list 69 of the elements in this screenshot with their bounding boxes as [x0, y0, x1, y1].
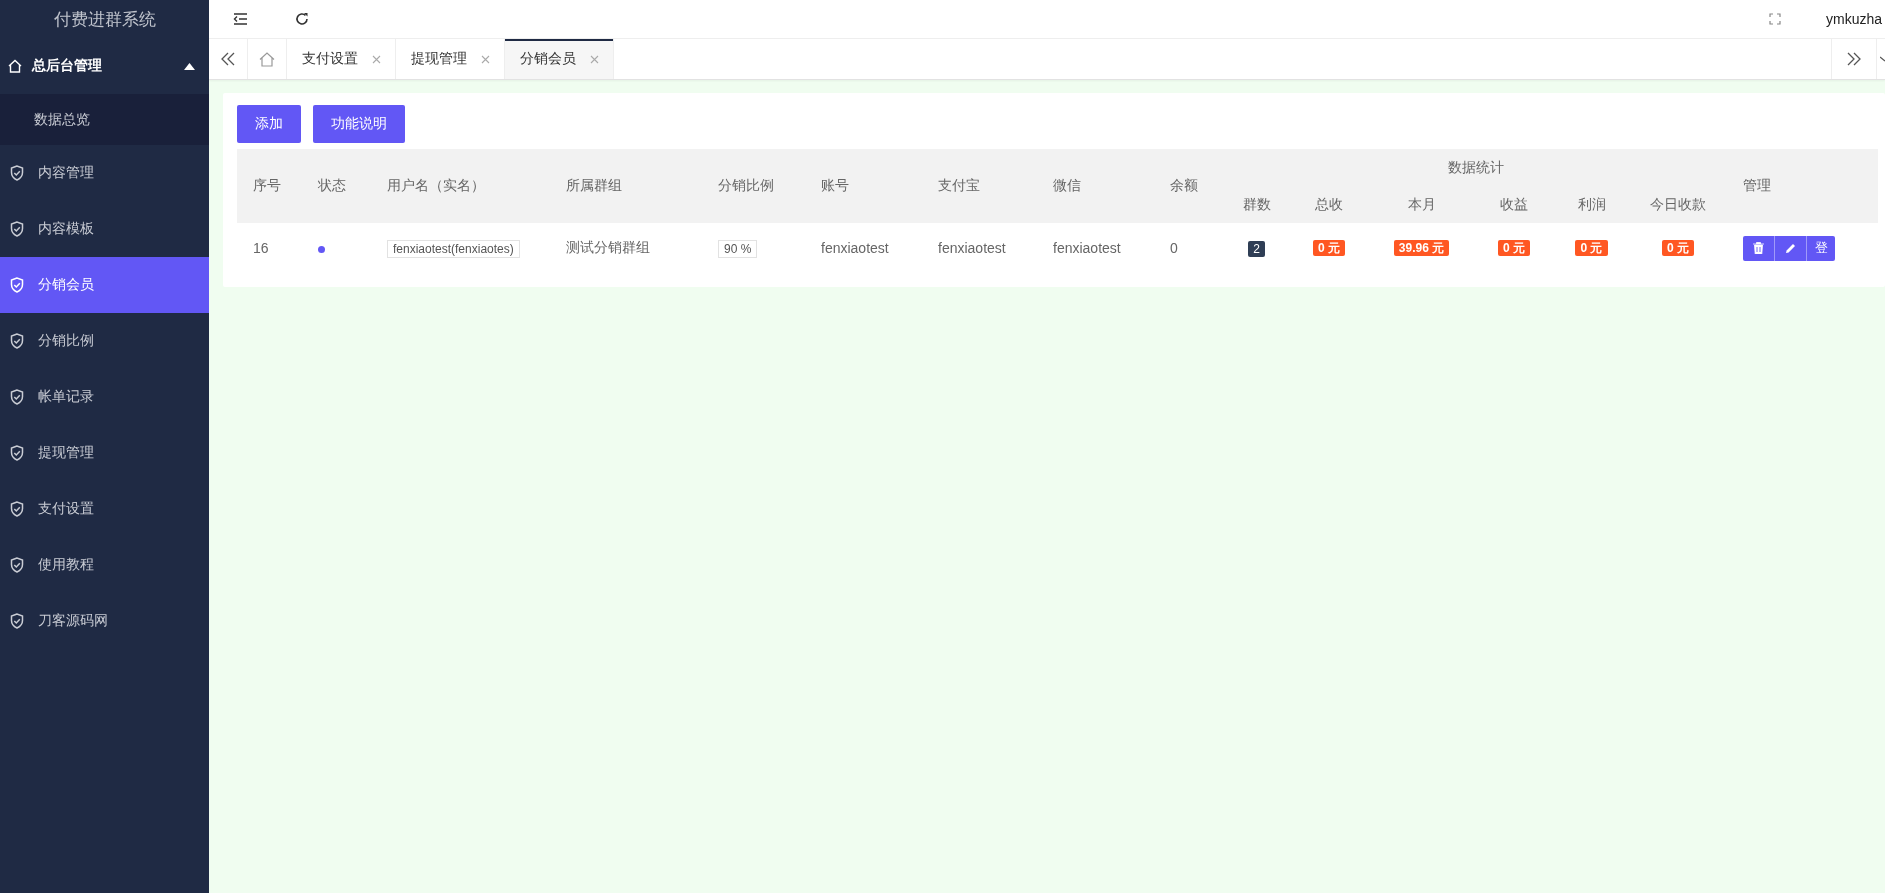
shield-icon — [10, 501, 24, 517]
sidebar-item[interactable]: 使用教程 — [0, 537, 209, 593]
tab[interactable]: 分销会员 — [505, 39, 614, 79]
column-header: 账号 — [821, 177, 849, 193]
amount-badge: 39.96 元 — [1393, 240, 1450, 256]
shield-icon — [10, 445, 24, 461]
close-icon[interactable] — [481, 54, 490, 64]
sidebar-item[interactable]: 内容管理 — [0, 145, 209, 201]
count-badge: 2 — [1248, 241, 1265, 257]
column-header: 用户名（实名） — [387, 177, 485, 193]
column-header: 支付宝 — [938, 177, 980, 193]
column-header: 今日收款 — [1650, 195, 1706, 212]
caret-icon — [184, 62, 195, 70]
shield-icon — [10, 333, 24, 349]
sidebar-item[interactable]: 提现管理 — [0, 425, 209, 481]
column-header: 本月 — [1407, 195, 1436, 212]
table-cell: fenxiaotest — [821, 240, 889, 256]
caret-icon[interactable] — [1880, 56, 1885, 62]
sidebar-item[interactable]: 刀客源码网 — [0, 593, 209, 649]
toolbar-button[interactable]: 添加 — [237, 105, 301, 143]
shield-icon — [10, 389, 24, 405]
shield-icon — [10, 613, 24, 629]
sidebar-item[interactable]: 帐单记录 — [0, 369, 209, 425]
amount-badge: 0 元 — [1313, 240, 1345, 256]
sidebar-item[interactable]: 内容模板 — [0, 201, 209, 257]
amount-badge: 0 元 — [1498, 240, 1530, 256]
column-header: 数据统计 — [1447, 158, 1504, 175]
edit-button[interactable] — [1775, 235, 1808, 261]
tag: 90 % — [718, 240, 758, 258]
table-cell: fenxiaotest — [1053, 240, 1121, 256]
shield-icon — [10, 165, 24, 181]
delete-button[interactable] — [1743, 235, 1776, 261]
home-icon — [8, 59, 22, 73]
user-name[interactable]: ymkuzha — [1826, 11, 1885, 27]
amount-badge: 0 元 — [1662, 240, 1694, 256]
sidebar-item[interactable]: 分销比例 — [0, 313, 209, 369]
login-button[interactable]: 登 — [1807, 235, 1836, 261]
close-icon[interactable] — [590, 54, 599, 64]
sidebar-group[interactable]: 总后台管理 — [0, 38, 209, 94]
table-cell: 0 — [1170, 240, 1178, 256]
shield-icon — [10, 557, 24, 573]
table-cell: 测试分销群组 — [566, 239, 650, 255]
column-header: 余额 — [1170, 177, 1198, 193]
close-icon[interactable] — [372, 54, 381, 64]
table-cell: fenxiaotest — [938, 240, 1006, 256]
home-icon — [259, 51, 275, 67]
table-cell: 16 — [253, 240, 269, 256]
shield-icon — [10, 277, 24, 293]
shield-icon — [10, 221, 24, 237]
app-title: 付费进群系统 — [52, 8, 157, 31]
column-header: 总收 — [1315, 195, 1343, 212]
tag: fenxiaotest(fenxiaotes) — [387, 240, 520, 258]
toolbar-button[interactable]: 功能说明 — [313, 105, 405, 143]
column-header: 利润 — [1577, 195, 1606, 212]
sidebar-item[interactable]: 数据总览 — [0, 94, 209, 145]
pencil-icon — [1785, 242, 1797, 254]
sidebar-item[interactable]: 支付设置 — [0, 481, 209, 537]
column-header: 序号 — [253, 177, 281, 193]
column-header: 收益 — [1500, 195, 1528, 212]
tab[interactable]: 支付设置 — [287, 39, 396, 79]
column-header: 状态 — [318, 177, 346, 193]
column-header: 微信 — [1053, 177, 1081, 193]
column-header: 管理 — [1743, 177, 1772, 193]
trash-icon — [1753, 242, 1765, 254]
column-header: 群数 — [1242, 195, 1271, 212]
amount-badge: 0 元 — [1575, 240, 1608, 256]
sidebar-item[interactable]: 分销会员 — [0, 257, 209, 313]
column-header: 分销比例 — [718, 177, 774, 193]
column-header: 所属群组 — [566, 177, 622, 193]
